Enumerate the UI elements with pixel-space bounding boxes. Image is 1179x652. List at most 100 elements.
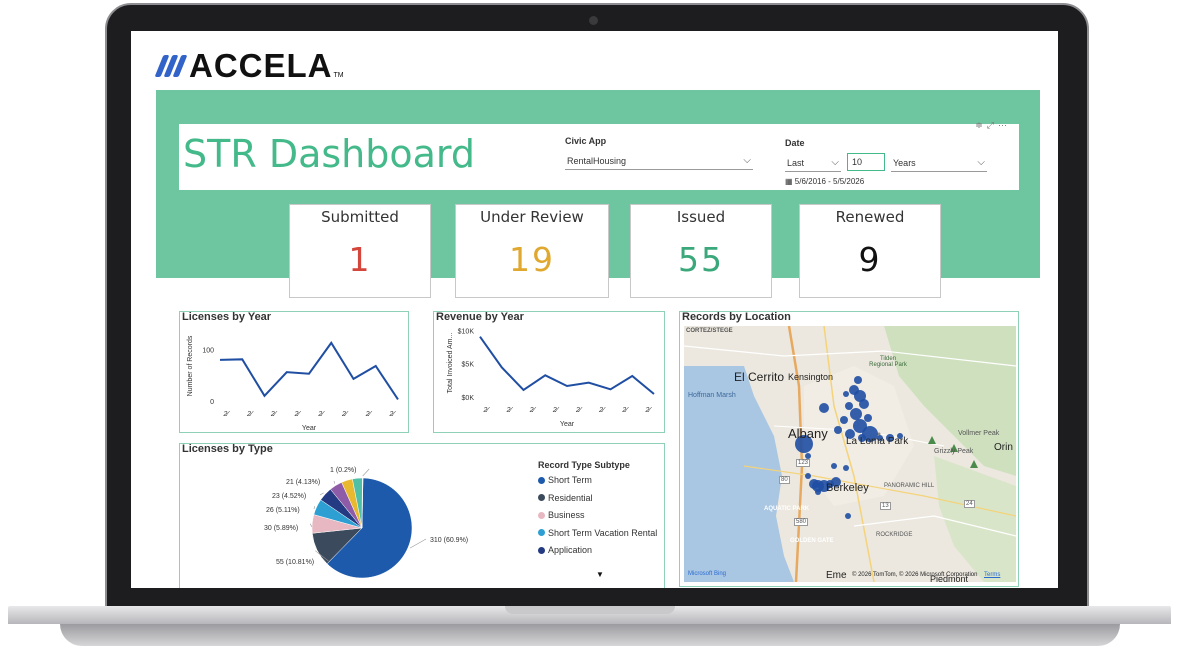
map-label-volmer: Vollmer Peak (958, 430, 1000, 437)
map-attribution: © 2026 TomTom, © 2026 Microsoft Corporat… (852, 572, 978, 578)
legend-label: Short Term Vacation Rental (548, 527, 658, 538)
kpi-card-renewed: Renewed 9 (799, 204, 941, 298)
date-label: Date (785, 138, 805, 148)
logo-trademark: TM (333, 72, 344, 79)
kpi-label: Renewed (835, 208, 905, 226)
map-label-panoramic: PANORAMIC HILL (884, 483, 935, 489)
header-card: STR Dashboard Civic App RentalHousing ⌵ … (179, 120, 1019, 190)
map-view[interactable]: CORTEZ/STEGE El Cerrito Kensington Tilde… (684, 326, 1016, 582)
chevron-down-icon: ⌵ (977, 157, 985, 168)
date-unit-select[interactable]: Years ⌵ (891, 154, 987, 172)
date-range-value: 5/6/2016 - 5/5/2026 (794, 177, 865, 186)
x-tick-label: 2⁄ (294, 411, 302, 418)
kpi-label: Under Review (480, 208, 584, 226)
date-mode-value: Last (787, 158, 805, 168)
legend-item[interactable]: Business (538, 510, 585, 520)
date-mode-select[interactable]: Last ⌵ (785, 154, 841, 172)
revenue-by-year-panel[interactable]: Revenue by Year $10K $5K $0K Total Invoiced… (433, 311, 665, 433)
map-label-aquatic: AQUATIC PARK (764, 506, 810, 512)
civic-app-select[interactable]: RentalHousing ⌵ (565, 152, 753, 170)
series-line (219, 341, 399, 400)
route-shield: 24 (964, 500, 975, 508)
map-point (843, 465, 849, 471)
civic-app-value: RentalHousing (567, 156, 627, 166)
pie-leader-line (409, 538, 427, 549)
x-axis-label: Year (560, 421, 575, 428)
pie-leader-line (313, 506, 316, 510)
pie-slice-label: 55 (10.81%) (276, 559, 314, 566)
map-point (834, 426, 842, 434)
legend-dot (538, 494, 545, 501)
filter-icon[interactable]: ≑ (975, 120, 987, 130)
licenses-by-type-panel[interactable]: Licenses by Type 310 (60.9%) 55 (10.81%) 3… (179, 443, 665, 588)
map-label-grizzly: Grizzly Peak (934, 448, 974, 455)
map-label-rockridge: ROCKRIDGE (876, 532, 913, 538)
laptop-notch (505, 606, 675, 614)
map-point (840, 416, 848, 424)
legend-dot (538, 546, 545, 554)
kpi-value: 9 (858, 240, 882, 279)
map-point (843, 391, 849, 397)
legend-item[interactable]: Residential (538, 493, 593, 503)
x-tick-label: 2⁄ (388, 411, 396, 418)
x-tick-label: 2⁄ (482, 407, 490, 414)
x-tick-label: 2⁄ (270, 411, 278, 418)
map-point (864, 414, 872, 422)
kpi-value: 1 (348, 240, 372, 279)
chevron-down-icon: ⌵ (831, 157, 839, 168)
map-point (859, 399, 869, 409)
map-label-tilden: Tilden Regional Park (869, 356, 907, 368)
map-label-golden-gate: GOLDEN GATE (790, 538, 834, 544)
x-tick-label: 2⁄ (246, 411, 254, 418)
map-provider: Microsoft Bing (688, 571, 727, 577)
accela-logo-mark (154, 55, 188, 77)
pie-slice-label: 1 (0.2%) (330, 467, 356, 474)
map-point (819, 403, 829, 413)
more-icon[interactable]: ⋯ (998, 120, 1011, 130)
y-tick-label: 100 (202, 348, 214, 355)
x-tick-label: 2⁄ (598, 407, 606, 414)
legend-title: Record Type Subtype (538, 460, 630, 470)
legend-dot (538, 529, 545, 536)
series-line (479, 336, 655, 395)
licenses-by-year-panel[interactable]: Licenses by Year 100 0 Number of Records 2⁄… (179, 311, 409, 433)
x-tick-label: 2⁄ (552, 407, 560, 414)
map-label-hoffman: Hoffman Marsh (688, 392, 736, 399)
y-axis-label: Total Invoiced Am... (447, 333, 454, 394)
laptop-mockup: ACCELA TM STR Dashboard Civic App Rental… (0, 0, 1179, 652)
map-point (854, 376, 862, 384)
date-count-input[interactable]: 10 (847, 153, 885, 171)
x-axis-label: Year (302, 425, 317, 432)
date-range-text: ▦ 5/6/2016 - 5/5/2026 (785, 177, 864, 186)
chevron-down-icon: ⌵ (743, 155, 751, 166)
kpi-label: Issued (676, 208, 726, 226)
panel-title: Records by Location (682, 311, 791, 323)
legend-item[interactable]: Application (538, 545, 592, 555)
x-tick-label: 2⁄ (506, 407, 514, 414)
route-shield: 80 (779, 476, 790, 484)
pie-slice-label: 21 (4.13%) (286, 479, 320, 486)
civic-app-label: Civic App (565, 136, 607, 146)
webcam (589, 16, 598, 25)
kpi-card-submitted: Submitted 1 (289, 204, 431, 298)
legend-item[interactable]: Short Term Vacation Rental (538, 528, 657, 538)
pie-leader-line (362, 468, 370, 477)
map-point (831, 463, 837, 469)
route-shield: 123 (796, 459, 811, 467)
legend-more-arrow[interactable]: ▼ (596, 570, 604, 579)
date-unit-value: Years (893, 158, 916, 168)
map-terms-link[interactable]: Terms (984, 572, 1000, 578)
map-point (805, 473, 811, 479)
accela-logo-text: ACCELA (189, 47, 333, 84)
pie-slice-label: 23 (4.52%) (272, 493, 306, 500)
expand-icon[interactable]: ⤢ (987, 120, 998, 130)
x-tick-label: 2⁄ (644, 407, 652, 414)
legend-dot (538, 511, 545, 519)
y-tick-label: 0 (210, 399, 214, 406)
revenue-by-year-chart: $10K $5K $0K Total Invoiced Am... 2⁄ 2⁄ 2⁄ 2⁄ 2⁄… (447, 328, 655, 428)
records-by-location-panel[interactable]: Records by Location CORTEZ/STEGE El Cerr… (679, 311, 1019, 587)
map-label-emeryville: Eme (826, 570, 847, 581)
laptop-base-lower (60, 624, 1120, 646)
y-tick-label: $5K (462, 362, 475, 369)
legend-item[interactable]: Short Term (538, 475, 592, 485)
